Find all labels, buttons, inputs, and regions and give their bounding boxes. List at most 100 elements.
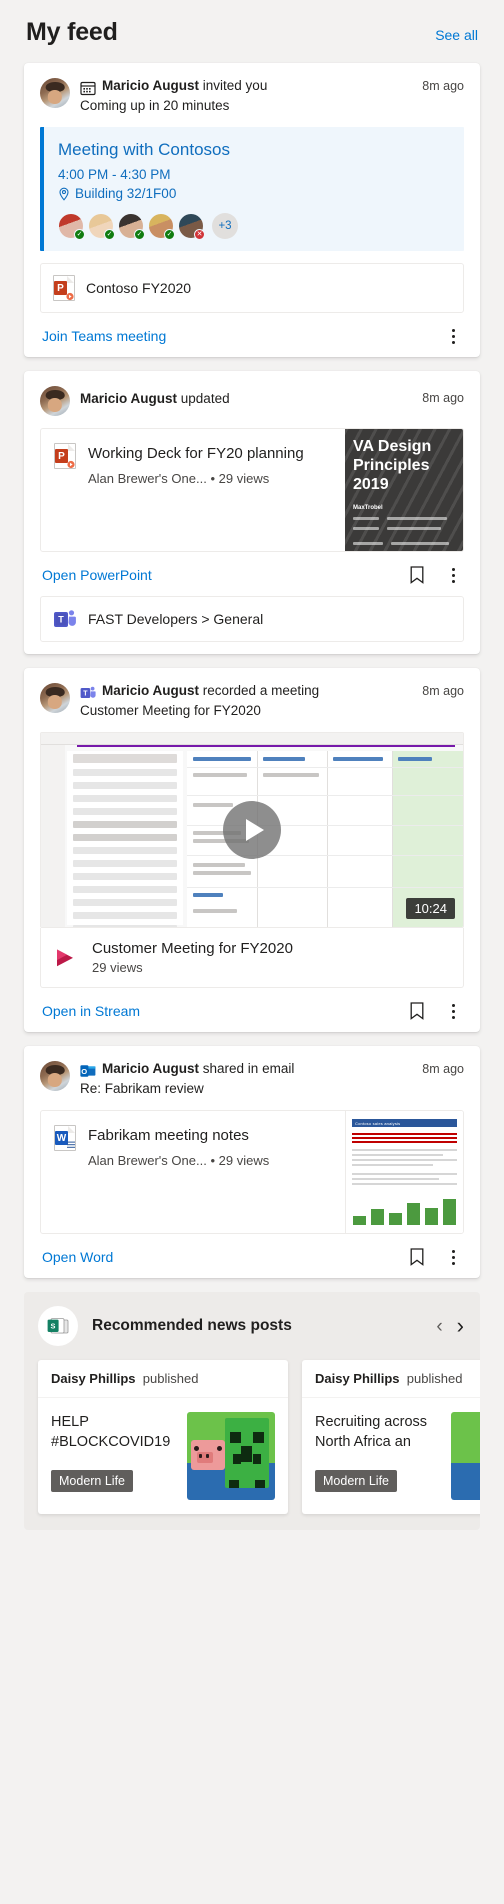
news-title: Recommended news posts bbox=[92, 1317, 292, 1334]
meeting-title: Meeting with Contosos bbox=[58, 140, 230, 159]
news-verb: published bbox=[406, 1371, 463, 1386]
feed-card-email-share[interactable]: O Maricio August shared in email Re: Fab… bbox=[24, 1046, 480, 1278]
page-title: My feed bbox=[26, 18, 118, 46]
status-badge-accepted: ✓ bbox=[164, 229, 175, 240]
attendee-overflow[interactable]: +3 bbox=[212, 213, 238, 239]
document-views: 29 views bbox=[218, 1153, 270, 1168]
video-duration: 10:24 bbox=[406, 898, 455, 919]
attendee-avatar[interactable]: ✓ bbox=[58, 213, 85, 240]
meeting-block[interactable]: Meeting with Contosos 4:00 PM - 4:30 PM … bbox=[40, 127, 464, 251]
attendee-list: ✓ ✓ ✓ ✓ ✕ +3 bbox=[58, 213, 450, 240]
thumbnail-chart bbox=[353, 1195, 456, 1225]
document-location: Alan Brewer's One... bbox=[88, 1153, 207, 1168]
open-in-stream-button[interactable]: Open in Stream bbox=[42, 1003, 140, 1019]
document-views: 29 views bbox=[218, 471, 270, 486]
more-options-icon[interactable] bbox=[444, 1002, 462, 1020]
news-post-title: Recruiting across North Africa an bbox=[315, 1414, 428, 1450]
card-header: Maricio August updated 8m ago bbox=[40, 385, 464, 416]
document-preview[interactable]: W Fabrikam meeting notes Alan Brewer's O… bbox=[40, 1110, 464, 1234]
card-actions: Join Teams meeting bbox=[40, 327, 464, 345]
document-preview[interactable]: P Working Deck for FY20 planning Alan Br… bbox=[40, 428, 464, 552]
join-teams-meeting-button[interactable]: Join Teams meeting bbox=[42, 328, 166, 344]
context-name: FAST Developers > General bbox=[88, 611, 264, 627]
attachment-chip[interactable]: P Contoso FY2020 bbox=[40, 263, 464, 313]
timestamp: 8m ago bbox=[422, 391, 464, 405]
document-title: Fabrikam meeting notes bbox=[88, 1127, 249, 1144]
bookmark-icon[interactable] bbox=[408, 1248, 426, 1266]
video-thumbnail[interactable]: 10:24 bbox=[40, 732, 464, 928]
more-options-icon[interactable] bbox=[444, 566, 462, 584]
status-badge-accepted: ✓ bbox=[74, 229, 85, 240]
open-word-button[interactable]: Open Word bbox=[42, 1249, 113, 1265]
card-subtitle: Re: Fabrikam review bbox=[80, 1081, 204, 1096]
news-card[interactable]: Daisy Phillips published HELP #BLOCKCOVI… bbox=[38, 1360, 288, 1514]
video-meta[interactable]: Customer Meeting for FY2020 29 views bbox=[40, 928, 464, 988]
card-subtitle: Coming up in 20 minutes bbox=[80, 98, 230, 113]
actor-name: Maricio August bbox=[102, 683, 200, 698]
feed-header: My feed See all bbox=[24, 0, 480, 63]
card-header: Maricio August invited you Coming up in … bbox=[40, 77, 464, 115]
news-post-title: HELP #BLOCKCOVID19 bbox=[51, 1414, 171, 1450]
actor-name: Maricio August bbox=[80, 391, 178, 406]
stream-icon bbox=[54, 946, 80, 970]
play-button-icon[interactable] bbox=[223, 801, 281, 859]
thumbnail-title: Contoso sales analysis bbox=[355, 1120, 401, 1126]
svg-text:T: T bbox=[83, 691, 88, 698]
card-subtitle: Customer Meeting for FY2020 bbox=[80, 703, 261, 718]
more-options-icon[interactable] bbox=[444, 327, 462, 345]
see-all-link[interactable]: See all bbox=[435, 27, 478, 43]
attendee-avatar[interactable]: ✕ bbox=[178, 213, 205, 240]
avatar bbox=[40, 683, 70, 713]
minecraft-creeper-image bbox=[187, 1412, 275, 1500]
document-meta: Alan Brewer's One... • 29 views bbox=[88, 1153, 269, 1168]
news-card[interactable]: Daisy Phillips published Recruiting acro… bbox=[302, 1360, 480, 1514]
meeting-location: Building 32/1F00 bbox=[58, 186, 450, 201]
timestamp: 8m ago bbox=[422, 79, 464, 93]
open-powerpoint-button[interactable]: Open PowerPoint bbox=[42, 567, 152, 583]
location-pin-icon bbox=[58, 187, 70, 201]
more-options-icon[interactable] bbox=[444, 1248, 462, 1266]
powerpoint-file-icon: P bbox=[53, 275, 75, 301]
card-actions: Open Word bbox=[40, 1248, 464, 1266]
calendar-icon bbox=[80, 80, 96, 96]
feed-card-meeting-recording[interactable]: T Maricio August recorded a meeting Cust… bbox=[24, 668, 480, 1032]
avatar bbox=[40, 1061, 70, 1091]
chevron-right-icon[interactable]: › bbox=[457, 1315, 464, 1337]
teams-meeting-icon: T bbox=[80, 685, 96, 701]
meta-separator: • bbox=[210, 471, 215, 486]
svg-text:T: T bbox=[58, 615, 64, 625]
feed-card-meeting-invite[interactable]: Maricio August invited you Coming up in … bbox=[24, 63, 480, 357]
bookmark-icon[interactable] bbox=[408, 1002, 426, 1020]
news-author: Daisy Phillips bbox=[51, 1371, 136, 1386]
thumbnail-author: MaxTrobel bbox=[353, 505, 383, 511]
card-header-text: T Maricio August recorded a meeting Cust… bbox=[80, 682, 414, 720]
attendee-avatar[interactable]: ✓ bbox=[118, 213, 145, 240]
card-header-text: Maricio August updated bbox=[80, 385, 414, 408]
activity-verb: invited you bbox=[202, 78, 268, 93]
word-file-icon: W bbox=[54, 1125, 76, 1151]
news-card-header: Daisy Phillips published bbox=[302, 1360, 480, 1398]
actor-name: Maricio August bbox=[102, 1061, 200, 1076]
context-chip[interactable]: T FAST Developers > General bbox=[40, 596, 464, 642]
avatar bbox=[40, 78, 70, 108]
svg-text:S: S bbox=[51, 1321, 56, 1330]
feed-card-document-updated[interactable]: Maricio August updated 8m ago P Working … bbox=[24, 371, 480, 654]
document-location: Alan Brewer's One... bbox=[88, 471, 207, 486]
svg-text:O: O bbox=[81, 1067, 87, 1076]
attendee-avatar[interactable]: ✓ bbox=[88, 213, 115, 240]
meta-separator: • bbox=[210, 1153, 215, 1168]
attendee-avatar[interactable]: ✓ bbox=[148, 213, 175, 240]
recommended-news-section: S Recommended news posts ‹ › Daisy Phill… bbox=[24, 1292, 480, 1530]
bookmark-icon[interactable] bbox=[408, 566, 426, 584]
document-title: Working Deck for FY20 planning bbox=[88, 445, 304, 462]
video-title: Customer Meeting for FY2020 bbox=[92, 940, 293, 957]
card-header: T Maricio August recorded a meeting Cust… bbox=[40, 682, 464, 720]
news-carousel-controls: ‹ › bbox=[436, 1315, 466, 1337]
news-author: Daisy Phillips bbox=[315, 1371, 400, 1386]
chevron-left-icon[interactable]: ‹ bbox=[436, 1317, 442, 1336]
news-carousel: Daisy Phillips published HELP #BLOCKCOVI… bbox=[24, 1346, 480, 1516]
outlook-icon: O bbox=[80, 1063, 96, 1079]
minecraft-creeper-image bbox=[451, 1412, 480, 1500]
avatar bbox=[40, 386, 70, 416]
teams-icon: T bbox=[53, 608, 77, 630]
